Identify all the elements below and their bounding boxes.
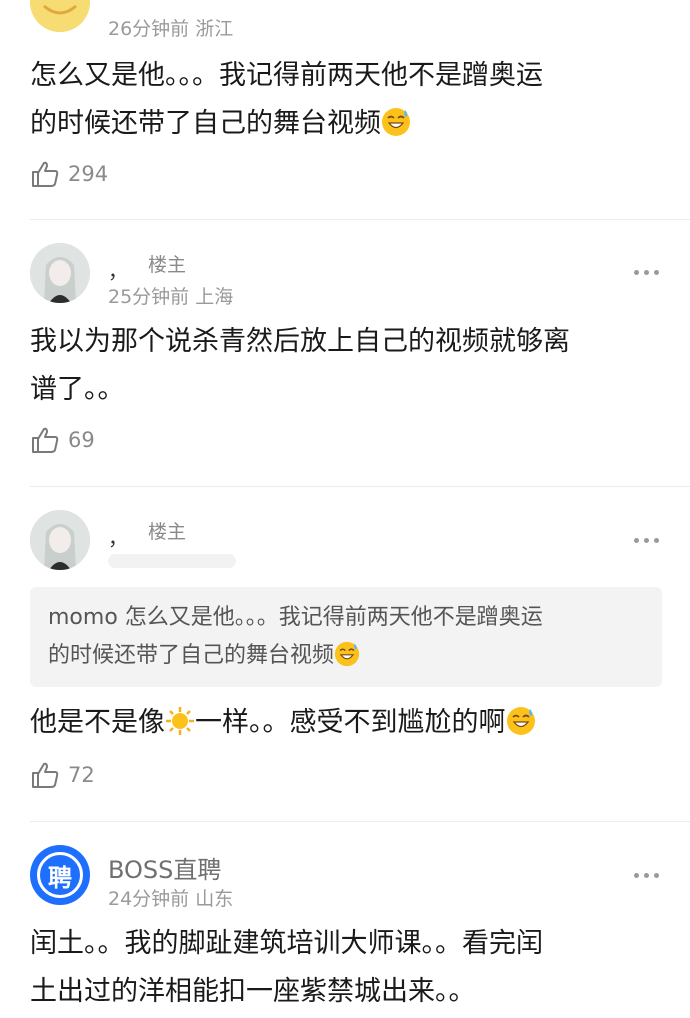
comment-divider: [30, 486, 690, 487]
op-badge: 楼主: [148, 254, 187, 276]
thumbs-up-icon: [32, 427, 59, 453]
comment-text-line: 他是不是像 一样。。感受不到尴尬的啊: [30, 697, 536, 753]
comment-text-line: 谱了。。: [30, 374, 125, 405]
comment-text-line: 闰土。。我的脚趾建筑培训大师课。。看完闰: [30, 928, 543, 959]
comment-text-line: 怎么又是他。。。我记得前两天他不是蹭奥运: [30, 60, 543, 91]
like-button[interactable]: 72: [30, 761, 95, 789]
commenter-name[interactable]: ，: [108, 522, 128, 551]
comment-text-line: 的时候还带了自己的舞台视频: [30, 98, 411, 154]
commenter-name[interactable]: ，: [108, 255, 128, 284]
comment-text-line: 我以为那个说杀青然后放上自己的视频就够离: [30, 326, 570, 357]
like-button[interactable]: 294: [30, 160, 108, 188]
grinning-sweat-emoji-icon: [506, 702, 536, 753]
thumbs-up-icon: [32, 762, 59, 788]
commenter-name[interactable]: BOSS直聘: [108, 850, 221, 885]
comment-meta: 26分钟前 浙江: [108, 18, 234, 40]
commenter-avatar[interactable]: [30, 243, 90, 303]
commenter-avatar[interactable]: [30, 0, 90, 32]
quote-line: momo 怎么又是他。。。我记得前两天他不是蹭奥运: [48, 605, 543, 630]
like-count: 69: [68, 428, 95, 452]
op-badge: 楼主: [148, 521, 187, 543]
boss-logo-char: 聘: [48, 863, 72, 892]
like-count: 294: [68, 162, 109, 186]
boss-logo-icon: 聘: [37, 852, 83, 898]
thumbs-up-icon: [32, 161, 59, 187]
comment-meta: 24分钟前 山东: [108, 888, 234, 910]
more-options-icon[interactable]: [634, 873, 659, 878]
redacted-meta: [108, 554, 236, 568]
sun-emoji-icon: [165, 702, 195, 753]
more-options-icon[interactable]: [634, 270, 659, 275]
quoted-reply[interactable]: momo 怎么又是他。。。我记得前两天他不是蹭奥运 的时候还带了自己的舞台视频: [30, 587, 662, 687]
comment-divider: [30, 219, 690, 220]
commenter-avatar[interactable]: [30, 510, 90, 570]
like-count: 72: [68, 763, 95, 787]
comment-text-line: 土出过的洋相能扣一座紫禁城出来。。: [30, 976, 476, 1007]
grinning-sweat-emoji-icon: [334, 641, 360, 680]
commenter-avatar[interactable]: 聘: [30, 845, 90, 905]
comment-divider: [30, 821, 690, 822]
more-options-icon[interactable]: [634, 538, 659, 543]
grinning-sweat-emoji-icon: [381, 103, 411, 154]
comment-meta: 25分钟前 上海: [108, 286, 234, 308]
quote-line: 的时候还带了自己的舞台视频: [48, 637, 644, 680]
like-button[interactable]: 69: [30, 426, 95, 454]
